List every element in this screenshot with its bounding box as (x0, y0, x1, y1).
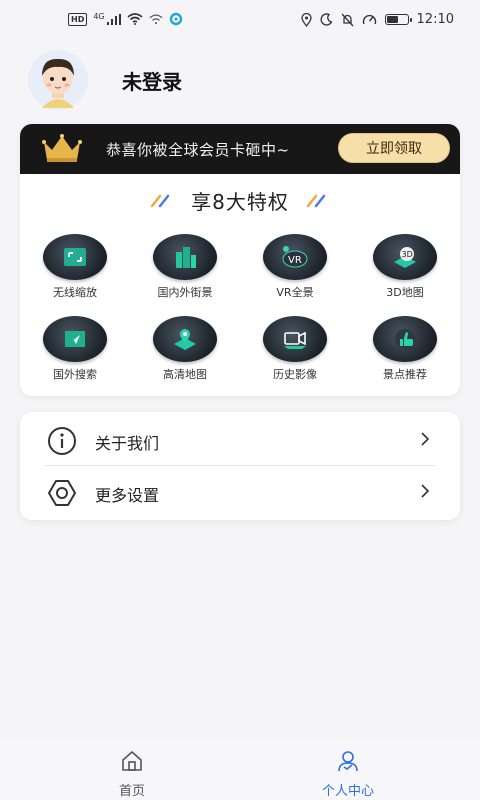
feature-foreign-search[interactable]: 国外搜索 (20, 316, 130, 396)
clock: 12:10 (416, 12, 454, 27)
vip-card: 恭喜你被全球会员卡砸中~ 立即领取 享8大特权 无线缩放 国内外街景 VR VR… (20, 124, 460, 396)
sparkle-left-icon (150, 194, 170, 207)
zoom-icon (43, 234, 107, 280)
chevron-right-icon (421, 432, 430, 446)
username-label[interactable]: 未登录 (122, 66, 182, 95)
crown-icon (42, 134, 82, 162)
battery-level (386, 16, 398, 23)
vip-banner-text: 恭喜你被全球会员卡砸中~ (106, 141, 290, 159)
privileges-title: 享8大特权 (191, 190, 289, 214)
app-notification-icon (169, 12, 182, 26)
avatar-illustration (28, 50, 88, 110)
sparkle-right-icon (306, 194, 326, 207)
3d-map-icon: 3D (373, 234, 437, 280)
menu-item-more-settings[interactable]: 更多设置 (20, 466, 460, 518)
tab-label: 个人中心 (321, 784, 374, 799)
signal-icon (106, 13, 121, 25)
tab-home[interactable]: 首页 (72, 750, 192, 799)
feature-label: 无线缩放 (53, 286, 97, 299)
home-icon (122, 751, 142, 771)
feature-label: 3D地图 (386, 286, 424, 299)
status-right: 12:10 (300, 12, 454, 27)
battery-icon (384, 14, 412, 25)
feature-history-imagery[interactable]: 历史影像 (240, 316, 350, 396)
menu-item-about-us[interactable]: 关于我们 (20, 414, 460, 466)
privileges-grid: 无线缩放 国内外街景 VR VR全景 3D 3D地图 国外搜索 高清地图 历史影… (20, 234, 460, 396)
feature-label: 国内外街景 (157, 286, 213, 299)
feature-vr-panorama[interactable]: VR VR全景 (240, 234, 350, 316)
wifi-icon-secondary (149, 14, 163, 24)
mute-bell-icon (341, 13, 354, 26)
tab-personal-center[interactable]: 个人中心 (288, 750, 408, 799)
3d-tag: 3D (402, 250, 413, 259)
street-view-icon (153, 234, 217, 280)
thumbs-up-icon (373, 316, 437, 362)
feature-label: 景点推荐 (383, 368, 427, 381)
menu-item-label: 更多设置 (95, 486, 160, 505)
privileges-header: 享8大特权 (20, 186, 460, 215)
search-navigation-icon (43, 316, 107, 362)
location-icon (300, 12, 312, 27)
menu-card: 关于我们 更多设置 (20, 412, 460, 520)
menu-item-label: 关于我们 (95, 434, 160, 453)
bottom-tab-bar: 首页 个人中心 (0, 740, 480, 800)
feature-3d-map[interactable]: 3D 3D地图 (350, 234, 460, 316)
wifi-icon (127, 13, 143, 25)
vr-tag: VR (288, 255, 302, 266)
speedometer-icon (362, 14, 376, 25)
feature-street-view[interactable]: 国内外街景 (130, 234, 240, 316)
avatar[interactable] (20, 50, 96, 110)
feature-label: 国外搜索 (53, 368, 97, 381)
user-icon (338, 751, 358, 772)
status-left: HD 4G (68, 12, 183, 26)
feature-attraction-recommendation[interactable]: 景点推荐 (350, 316, 460, 396)
moon-icon (320, 13, 333, 26)
info-icon (48, 427, 76, 455)
vip-banner: 恭喜你被全球会员卡砸中~ 立即领取 (20, 124, 460, 174)
feature-label: 高清地图 (163, 368, 207, 381)
settings-icon (48, 480, 76, 506)
claim-button[interactable]: 立即领取 (338, 133, 450, 163)
status-bar: HD 4G 12:10 (0, 0, 480, 40)
vr-icon: VR (263, 234, 327, 280)
hd-badge: HD (68, 12, 88, 26)
hd-map-icon (153, 316, 217, 362)
tab-label: 首页 (118, 784, 145, 799)
feature-wireless-zoom[interactable]: 无线缩放 (20, 234, 130, 316)
feature-hd-map[interactable]: 高清地图 (130, 316, 240, 396)
network-type: 4G (93, 11, 105, 21)
feature-label: 历史影像 (273, 368, 317, 381)
chevron-right-icon (421, 484, 430, 498)
history-video-icon (263, 316, 327, 362)
feature-label: VR全景 (276, 286, 314, 299)
